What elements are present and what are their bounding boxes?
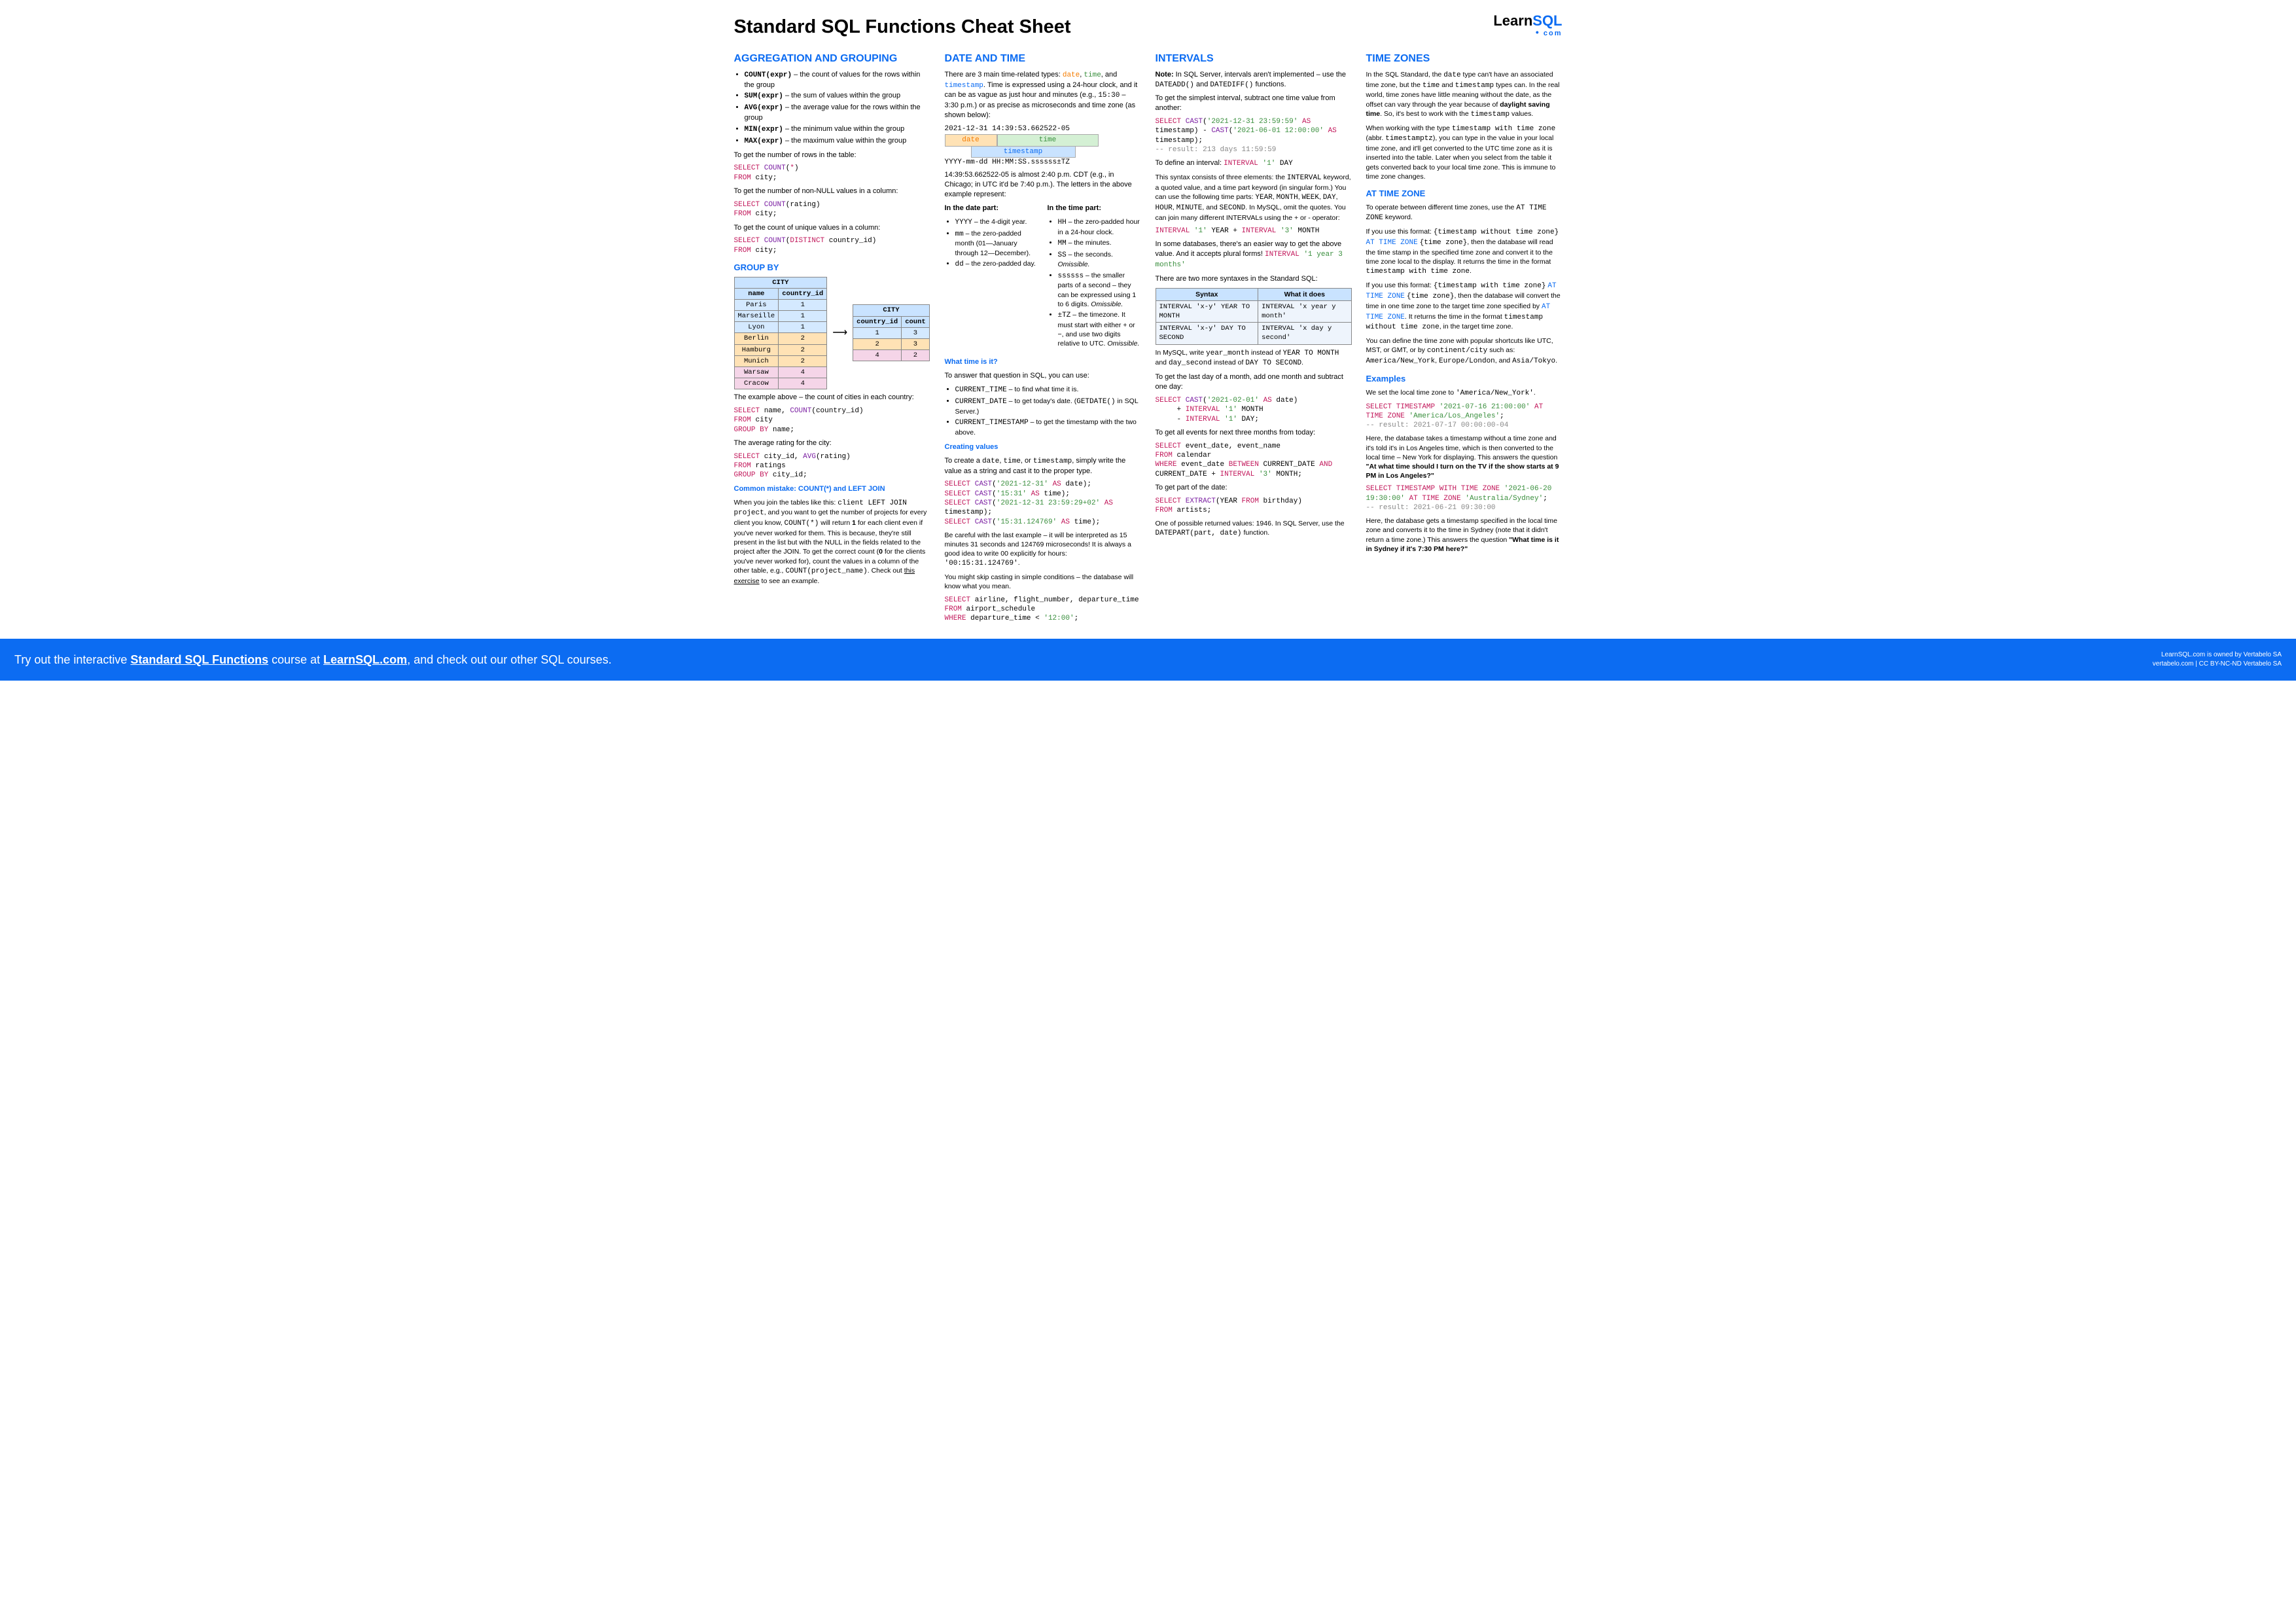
code-groupby-name: SELECT name, COUNT(country_id) FROM city… (734, 406, 930, 435)
p-mistake: When you join the tables like this: clie… (734, 498, 930, 586)
h-groupby: GROUP BY (734, 262, 930, 274)
p-careful: Be careful with the last example – it wi… (945, 531, 1141, 569)
p-events: To get all events for next three months … (1156, 428, 1352, 438)
p-extract: To get part of the date: (1156, 483, 1352, 493)
course-link[interactable]: Standard SQL Functions (130, 653, 268, 666)
p-syntax: This syntax consists of three elements: … (1156, 173, 1352, 223)
code-events: SELECT event_date, event_name FROM calen… (1156, 442, 1352, 479)
agg-list: COUNT(expr) – the count of values for th… (734, 70, 930, 147)
list-whattime: CURRENT_TIME – to find what time it is. … (945, 385, 1141, 437)
p-note: Note: In SQL Server, intervals aren't im… (1156, 70, 1352, 90)
syntax-table: SyntaxWhat it does INTERVAL 'x-y' YEAR T… (1156, 288, 1352, 345)
h-agg: AGGREGATION AND GROUPING (734, 52, 930, 66)
p-atz3: You can define the time zone with popula… (1366, 336, 1563, 366)
h-examples: Examples (1366, 373, 1563, 385)
col-datetime: DATE AND TIME There are 3 main time-rela… (945, 50, 1141, 627)
footer: Try out the interactive Standard SQL Fun… (0, 639, 2296, 681)
p-returned: One of possible returned values: 1946. I… (1156, 519, 1352, 539)
p-creating: To create a date, time, or timestamp, si… (945, 456, 1141, 476)
p-nonnull: To get the number of non-NULL values in … (734, 187, 930, 196)
code-avg: SELECT city_id, AVG(rating) FROM ratings… (734, 452, 930, 480)
h-timepart: In the time part: (1048, 204, 1141, 213)
code-lastday: SELECT CAST('2021-02-01' AS date) + INTE… (1156, 396, 1352, 424)
code-count-col: SELECT COUNT(rating) FROM city; (734, 200, 930, 219)
grouped-table: CITY country_idcount 13 23 42 (853, 304, 930, 361)
p-distinct: To get the count of unique values in a c… (734, 223, 930, 233)
timestamp-diagram: 2021-12-31 14:39:53.662522-05 datetime t… (945, 124, 1141, 168)
p-atz2: If you use this format: {timestamp with … (1366, 281, 1563, 332)
p-tz2: When working with the type timestamp wit… (1366, 124, 1563, 181)
p-more-syntax: There are two more syntaxes in the Stand… (1156, 274, 1352, 284)
code-ex1: SELECT TIMESTAMP '2021-07-16 21:00:00' A… (1366, 402, 1563, 431)
h-whattime: What time is it? (945, 357, 1141, 367)
p-mysql: In MySQL, write year_month instead of YE… (1156, 348, 1352, 369)
h-atz: AT TIME ZONE (1366, 188, 1563, 200)
p-skip: You might skip casting in simple conditi… (945, 573, 1141, 591)
p-dt-intro: There are 3 main time-related types: dat… (945, 70, 1141, 120)
code-extract: SELECT EXTRACT(YEAR FROM birthday) FROM … (1156, 497, 1352, 516)
logo: LearnSQL • com (1493, 14, 1562, 37)
city-table: CITY namecountry_id Paris1 Marseille1 Ly… (734, 277, 828, 390)
p-ex2d: Here, the database gets a timestamp spec… (1366, 516, 1563, 554)
site-link[interactable]: LearnSQL.com (323, 653, 407, 666)
p-atz1: If you use this format: {timestamp witho… (1366, 227, 1563, 277)
p-tz-explain: 14:39:53.662522-05 is almost 2:40 p.m. C… (945, 170, 1141, 200)
code-count-star: SELECT COUNT(*) FROM city; (734, 164, 930, 183)
code-cast: SELECT CAST('2021-12-31' AS date); SELEC… (945, 480, 1141, 526)
h-mistake: Common mistake: COUNT(*) and LEFT JOIN (734, 484, 930, 494)
h-timezones: TIME ZONES (1366, 52, 1563, 66)
p-example: The example above – the count of cities … (734, 393, 930, 402)
p-avg: The average rating for the city: (734, 438, 930, 448)
code-ex2: SELECT TIMESTAMP WITH TIME ZONE '2021-06… (1366, 484, 1563, 512)
p-rows: To get the number of rows in the table: (734, 151, 930, 160)
code-schedule: SELECT airline, flight_number, departure… (945, 596, 1141, 624)
code-subtract: SELECT CAST('2021-12-31 23:59:59' AS tim… (1156, 117, 1352, 154)
p-ex-intro: We set the local time zone to 'America/N… (1366, 388, 1563, 399)
list-timepart: HH – the zero-padded hour in a 24-hour c… (1048, 217, 1141, 349)
p-define: To define an interval: INTERVAL '1' DAY (1156, 158, 1352, 169)
h-intervals: INTERVALs (1156, 52, 1352, 66)
list-datepart: YYYY – the 4-digit year. mm – the zero-p… (945, 217, 1038, 270)
p-ex1d: Here, the database takes a timestamp wit… (1366, 434, 1563, 480)
code-count-distinct: SELECT COUNT(DISTINCT country_id) FROM c… (734, 236, 930, 255)
arrow-icon: ⟶ (832, 326, 847, 340)
h-datepart: In the date part: (945, 204, 1038, 213)
p-plural: In some databases, there's an easier way… (1156, 240, 1352, 270)
code-join-interval: INTERVAL '1' YEAR + INTERVAL '3' MONTH (1156, 226, 1352, 236)
p-simple: To get the simplest interval, subtract o… (1156, 94, 1352, 113)
p-tz1: In the SQL Standard, the date type can't… (1366, 70, 1563, 120)
col-aggregation: AGGREGATION AND GROUPING COUNT(expr) – t… (734, 50, 930, 627)
col-timezones: TIME ZONES In the SQL Standard, the date… (1366, 50, 1563, 627)
h-datetime: DATE AND TIME (945, 52, 1141, 66)
p-lastday: To get the last day of a month, add one … (1156, 372, 1352, 392)
p-whattime: To answer that question in SQL, you can … (945, 371, 1141, 381)
h-creating: Creating values (945, 442, 1141, 452)
p-atz-intro: To operate between different time zones,… (1366, 203, 1563, 224)
page-title: Standard SQL Functions Cheat Sheet (734, 14, 1071, 40)
owner-text: LearnSQL.com is owned by Vertabelo SA (2153, 651, 2282, 660)
license-text: vertabelo.com | CC BY-NC-ND Vertabelo SA (2153, 660, 2282, 669)
col-intervals: INTERVALs Note: In SQL Server, intervals… (1156, 50, 1352, 627)
